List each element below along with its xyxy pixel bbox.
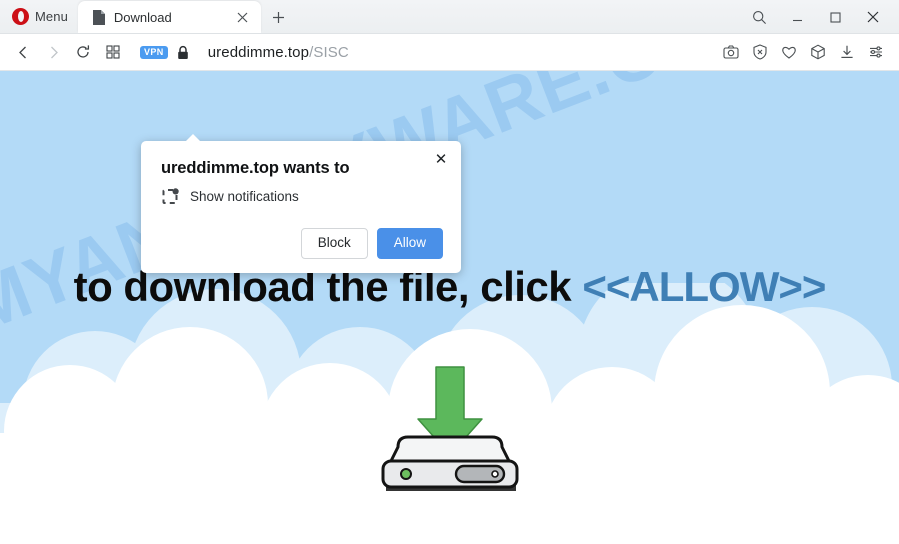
extensions-cube-icon[interactable] [804, 38, 831, 66]
easy-setup-icon[interactable] [862, 38, 889, 66]
snapshot-icon[interactable] [717, 38, 744, 66]
dialog-pointer-arrow [186, 134, 200, 141]
hard-drive-download-icon [381, 366, 518, 491]
browser-tab[interactable]: Download [77, 1, 261, 33]
permission-row: Show notifications [161, 187, 443, 206]
dialog-title: ureddimme.top wants to [161, 159, 350, 177]
tab-title: Download [113, 9, 172, 25]
navigation-bar: VPN ureddimme.top/SISC [0, 34, 899, 71]
notifications-icon [162, 188, 179, 204]
favorites-heart-icon[interactable] [775, 38, 802, 66]
tab-close-icon[interactable] [233, 7, 253, 27]
vpn-badge[interactable]: VPN [140, 45, 168, 59]
opera-menu-label: Menu [35, 8, 68, 24]
url-path: /SISC [309, 43, 349, 61]
ad-blocker-icon[interactable] [746, 38, 773, 66]
window-controls [741, 0, 899, 34]
browser-toolbar-icons [717, 38, 889, 66]
opera-menu-button[interactable]: Menu [0, 0, 78, 33]
tab-bar: Menu Download [0, 0, 899, 34]
url-text[interactable]: ureddimme.top/SISC [198, 44, 349, 61]
search-button[interactable] [741, 2, 777, 32]
tab-overview-grid-icon[interactable] [98, 37, 128, 67]
back-arrow-icon[interactable] [8, 37, 38, 67]
notification-permission-dialog: ✕ ureddimme.top wants to Show notificati… [141, 134, 461, 273]
close-button[interactable] [855, 2, 891, 32]
new-tab-button[interactable] [269, 7, 289, 27]
lock-icon[interactable] [176, 45, 190, 60]
reload-icon[interactable] [68, 37, 98, 67]
minimize-button[interactable] [779, 2, 815, 32]
opera-logo-icon [12, 7, 29, 25]
browser-window: Menu Download VPN ureddimme.top/SISC to … [0, 0, 899, 544]
block-button[interactable]: Block [300, 228, 368, 259]
permission-label: Show notifications [190, 189, 299, 204]
headline-allow-word: <<ALLOW>> [582, 263, 826, 310]
forward-arrow-icon[interactable] [38, 37, 68, 67]
page-content: MYANTISPYWARE.COM to [0, 71, 899, 543]
page-icon [92, 9, 105, 25]
url-host: ureddimme.top [207, 43, 310, 61]
address-bar[interactable]: VPN ureddimme.top/SISC [128, 37, 717, 67]
dialog-buttons: Block Allow [161, 228, 443, 259]
dialog-close-icon[interactable]: ✕ [431, 149, 451, 169]
allow-button[interactable]: Allow [376, 228, 443, 259]
maximize-button[interactable] [817, 2, 853, 32]
downloads-icon[interactable] [833, 38, 860, 66]
